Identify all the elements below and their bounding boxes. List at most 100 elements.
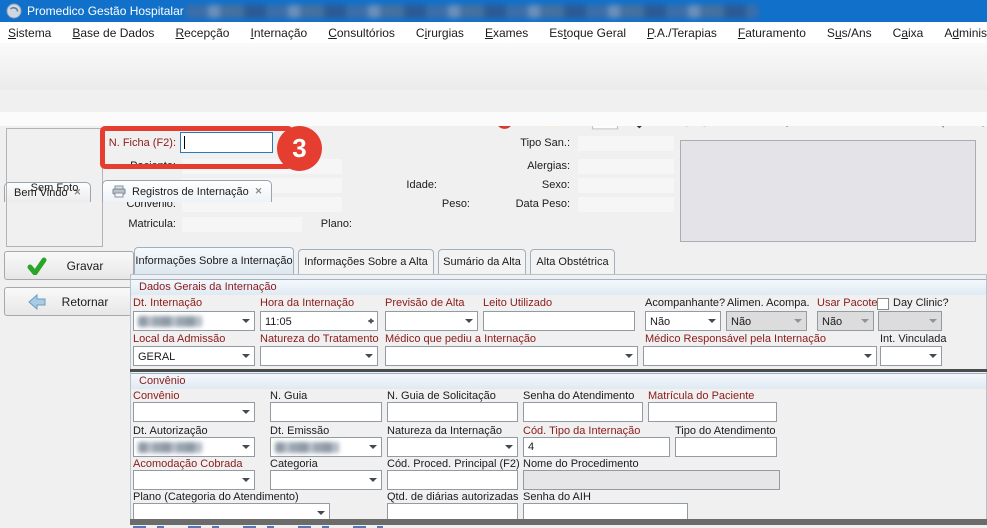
chevron-down-icon[interactable] [621, 347, 637, 365]
local-admissao-combo[interactable]: GERAL [133, 346, 255, 366]
medico-pediu-label: Médico que pediu a Internação [385, 333, 536, 346]
acompanhante-label: Acompanhante? [645, 297, 725, 310]
dt-internacao-combo[interactable] [133, 311, 255, 331]
menu-item-faturamento[interactable]: Faturamento [738, 26, 806, 40]
categoria-combo[interactable] [270, 470, 382, 490]
data-peso-value [578, 197, 674, 212]
day-clinic-checkbox[interactable] [877, 298, 889, 310]
section-splitter [130, 369, 987, 372]
matricula-paciente-input[interactable] [648, 402, 777, 422]
alergias-label: Alergias: [450, 160, 570, 173]
spin-down-icon[interactable] [368, 320, 374, 327]
close-tab-icon[interactable]: ✕ [255, 186, 263, 197]
chevron-down-icon [925, 312, 941, 330]
leito-utilizado-label: Leito Utilizado [483, 297, 552, 310]
title-bar: Promedico Gestão Hospitalar [0, 0, 987, 22]
natureza-tratamento-combo[interactable] [260, 346, 378, 366]
dt-emissao-combo[interactable] [270, 437, 382, 457]
day-clinic-label: Day Clinic? [893, 297, 949, 310]
menu-item-estoque-geral[interactable]: Estoque Geral [549, 26, 626, 40]
chevron-down-icon[interactable] [704, 312, 720, 330]
menu-item-consultorios[interactable]: Consultórios [328, 26, 395, 40]
chevron-down-icon[interactable] [925, 347, 941, 365]
senha-atendimento-input[interactable] [523, 402, 643, 422]
medico-responsavel-label: Médico Responsável pela Internação [645, 333, 826, 346]
gravar-button[interactable]: Gravar [4, 251, 134, 280]
tipo-san-label: Tipo San.: [450, 137, 570, 150]
medico-responsavel-combo[interactable] [643, 346, 877, 366]
menu-item-exames[interactable]: Exames [485, 26, 528, 40]
convenio-combo[interactable] [133, 402, 255, 422]
sexo-label: Sexo: [450, 179, 570, 192]
check-icon [27, 257, 47, 275]
chevron-down-icon[interactable] [238, 403, 254, 421]
bottom-splitter[interactable] [130, 519, 987, 525]
acomodacao-cobrada-combo[interactable] [133, 470, 255, 490]
natureza-tratamento-label: Natureza do Tratamento [260, 333, 379, 346]
app-logo-icon [6, 3, 22, 19]
annotation-badge-3: 3 [277, 126, 322, 171]
cod-proced-principal-input[interactable] [387, 470, 518, 490]
patient-observations-panel [680, 140, 976, 242]
chevron-down-icon[interactable] [238, 438, 254, 456]
tab-registros-de-internacao[interactable]: Registros de Internação ✕ [102, 180, 272, 202]
section-dados-gerais-header: Dados Gerais da Internação [131, 279, 986, 295]
tab-informacoes-sobre-a-internacao[interactable]: Informações Sobre a Internação [134, 247, 294, 274]
menu-bar: Sistema Base de Dados Recepção Internaçã… [0, 22, 987, 43]
data-peso-label: Data Peso: [450, 198, 570, 211]
n-guia-input[interactable] [270, 402, 382, 422]
usar-pacote-combo: Não [817, 311, 874, 331]
chevron-down-icon[interactable] [365, 471, 381, 489]
redacted-value [138, 442, 202, 453]
dt-internacao-label: Dt. Internação [133, 297, 202, 310]
tipo-san-value [578, 136, 674, 151]
cod-tipo-internacao-input[interactable]: 4 [523, 437, 670, 457]
menu-item-recepcao[interactable]: Recepção [175, 26, 229, 40]
plano-label: Plano: [272, 218, 352, 231]
tipo-atendimento-input[interactable] [675, 437, 777, 457]
chevron-down-icon[interactable] [238, 471, 254, 489]
int-vinculada-combo[interactable] [880, 346, 942, 366]
menu-item-pa-terapias[interactable]: P.A./Terapias [647, 26, 717, 40]
chevron-down-icon[interactable] [461, 312, 477, 330]
chevron-down-icon[interactable] [365, 438, 381, 456]
arrow-left-icon [27, 293, 47, 311]
menu-item-caixa[interactable]: Caixa [893, 26, 924, 40]
gravar-label: Gravar [47, 259, 123, 273]
section-convenio-header: Convênio [131, 373, 986, 389]
leito-utilizado-input[interactable] [483, 311, 635, 331]
hora-internacao-label: Hora da Internação [260, 297, 354, 310]
previsao-alta-combo[interactable] [385, 311, 478, 331]
alimen-acompa-label: Alimen. Acompa. [727, 297, 810, 310]
chevron-down-icon[interactable] [501, 438, 517, 456]
tab-alta-obstetrica[interactable]: Alta Obstétrica [530, 249, 615, 274]
nome-procedimento-input [523, 470, 780, 490]
redacted-value [275, 442, 339, 453]
alimen-acompa-combo: Não [726, 311, 807, 331]
menu-item-sistema[interactable]: Sistema [8, 26, 51, 40]
menu-item-base-de-dados[interactable]: Base de Dados [72, 26, 154, 40]
menu-item-internacao[interactable]: Internação [250, 26, 307, 40]
local-admissao-label: Local da Admissão [133, 333, 225, 346]
tab-informacoes-sobre-a-alta[interactable]: Informações Sobre a Alta [298, 249, 434, 274]
window-title-redacted-info [186, 5, 758, 18]
int-vinculada-label: Int. Vinculada [880, 333, 946, 346]
chevron-down-icon[interactable] [238, 312, 254, 330]
natureza-internacao-combo[interactable] [387, 437, 518, 457]
chevron-down-icon [790, 312, 806, 330]
menu-item-sus-ans[interactable]: Sus/Ans [827, 26, 872, 40]
retornar-button[interactable]: Retornar [4, 287, 134, 316]
medico-pediu-combo[interactable] [385, 346, 638, 366]
chevron-down-icon[interactable] [361, 347, 377, 365]
menu-item-administracao[interactable]: Administração [944, 26, 987, 40]
tab-sumario-da-alta[interactable]: Sumário da Alta [438, 249, 526, 274]
dt-autorizacao-combo[interactable] [133, 437, 255, 457]
chevron-down-icon[interactable] [860, 347, 876, 365]
hora-internacao-spinner[interactable]: 11:05 [260, 311, 378, 331]
menu-item-cirurgias[interactable]: Cirurgias [416, 26, 464, 40]
retornar-label: Retornar [47, 295, 123, 309]
n-guia-solicitacao-input[interactable] [387, 402, 518, 422]
chevron-down-icon[interactable] [238, 347, 254, 365]
acompanhante-combo[interactable]: Não [645, 311, 721, 331]
matricula-label: Matricula: [56, 218, 176, 231]
